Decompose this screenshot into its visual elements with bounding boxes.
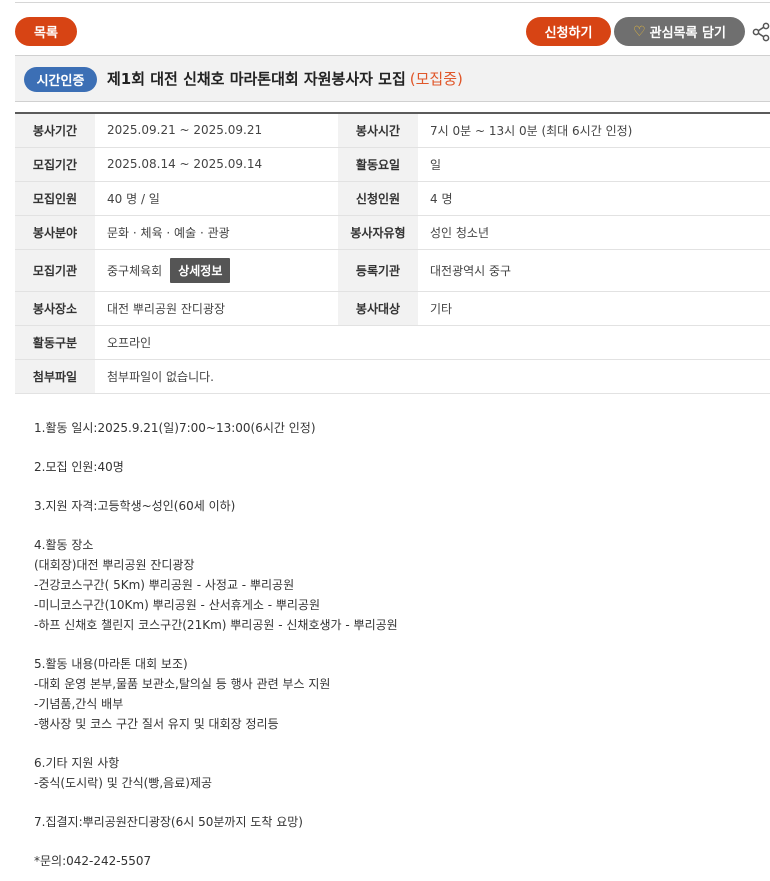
org-value: 중구체육회 xyxy=(107,263,163,278)
page-title-text: 제1회 대전 신채호 마라톤대회 자원봉사자 모집 xyxy=(107,70,406,88)
table-row: 모집인원 40 명 / 일 신청인원 4 명 xyxy=(15,181,770,216)
list-button-label: 목록 xyxy=(34,26,58,41)
service-period-value: 2025.09.21 ~ 2025.09.21 xyxy=(95,112,338,148)
place-value: 대전 뿌리공원 잔디광장 xyxy=(95,291,338,326)
description-line: 2.모집 인원:40명 xyxy=(34,460,124,474)
service-time-label: 봉사시간 xyxy=(338,112,418,148)
description-line: 5.활동 내용(마라톤 대회 보조) xyxy=(34,657,188,671)
org-detail-button[interactable]: 상세정보 xyxy=(170,257,231,283)
table-row: 첨부파일 첨부파일이 없습니다. xyxy=(15,359,770,394)
reg-org-label: 등록기관 xyxy=(338,249,418,292)
volunteer-type-label: 봉사자유형 xyxy=(338,215,418,250)
place-label: 봉사장소 xyxy=(15,291,95,326)
apply-button-label: 신청하기 xyxy=(544,26,593,41)
service-period-label: 봉사기간 xyxy=(15,112,95,148)
recruit-status: (모집중) xyxy=(409,70,463,88)
description-line: -건강코스구간( 5Km) 뿌리공원 - 사정교 - 뿌리공원 xyxy=(34,578,295,592)
page-title: 제1회 대전 신채호 마라톤대회 자원봉사자 모집 (모집중) xyxy=(107,68,463,89)
table-row: 봉사분야 문화 · 체육 · 예술 · 관광 봉사자유형 성인 청소년 xyxy=(15,215,770,250)
attachment-label: 첨부파일 xyxy=(15,359,95,394)
recruit-period-label: 모집기간 xyxy=(15,147,95,182)
description-line: -기념품,간식 배부 xyxy=(34,697,124,711)
description-line: 4.활동 장소 xyxy=(34,538,94,552)
target-label: 봉사대상 xyxy=(338,291,418,326)
table-row: 봉사장소 대전 뿌리공원 잔디광장 봉사대상 기타 xyxy=(15,291,770,326)
description-line: (대회장)대전 뿌리공원 잔디광장 xyxy=(34,558,195,572)
add-favorite-label: 관심목록 담기 xyxy=(649,26,726,41)
description-line: -미니코스구간(10Km) 뿌리공원 - 산서휴게소 - 뿌리공원 xyxy=(34,598,321,612)
field-value: 문화 · 체육 · 예술 · 관광 xyxy=(95,215,338,250)
table-row: 활동구분 오프라인 xyxy=(15,325,770,360)
org-cell: 중구체육회 상세정보 xyxy=(95,249,338,292)
field-label: 봉사분야 xyxy=(15,215,95,250)
description-line: -행사장 및 코스 구간 질서 유지 및 대회장 정리등 xyxy=(34,717,279,731)
recruit-count-label: 모집인원 xyxy=(15,181,95,216)
service-time-value: 7시 0분 ~ 13시 0분 (최대 6시간 인정) xyxy=(418,112,770,148)
org-label: 모집기관 xyxy=(15,249,95,292)
activity-day-value: 일 xyxy=(418,147,770,182)
info-table: 봉사기간 2025.09.21 ~ 2025.09.21 봉사시간 7시 0분 … xyxy=(15,112,770,394)
activity-type-label: 활동구분 xyxy=(15,325,95,360)
volunteer-type-value: 성인 청소년 xyxy=(418,215,770,250)
heart-icon: ♡ xyxy=(633,23,646,40)
description-line: 3.지원 자격:고등학생~성인(60세 이하) xyxy=(34,499,236,513)
recruit-count-value: 40 명 / 일 xyxy=(95,181,338,216)
contact-line: *문의:042-242-5507 xyxy=(34,854,152,868)
description-line: -중식(도시락) 및 간식(빵,음료)제공 xyxy=(34,776,213,790)
target-value: 기타 xyxy=(418,291,770,326)
activity-type-value: 오프라인 xyxy=(95,325,770,360)
applied-count-value: 4 명 xyxy=(418,181,770,216)
add-favorite-button[interactable]: ♡ 관심목록 담기 xyxy=(614,17,745,46)
applied-count-label: 신청인원 xyxy=(338,181,418,216)
share-icon[interactable] xyxy=(752,22,770,42)
table-row: 모집기간 2025.08.14 ~ 2025.09.14 활동요일 일 xyxy=(15,147,770,182)
recruit-period-value: 2025.08.14 ~ 2025.09.14 xyxy=(95,147,338,182)
top-divider xyxy=(15,2,770,3)
title-bar: 시간인증 제1회 대전 신채호 마라톤대회 자원봉사자 모집 (모집중) xyxy=(15,55,770,102)
description-line: 6.기타 지원 사항 xyxy=(34,756,120,770)
activity-day-label: 활동요일 xyxy=(338,147,418,182)
table-row: 봉사기간 2025.09.21 ~ 2025.09.21 봉사시간 7시 0분 … xyxy=(15,112,770,148)
description-line: 7.집결지:뿌리공원잔디광장(6시 50분까지 도착 요망) xyxy=(34,815,303,829)
table-row: 모집기관 중구체육회 상세정보 등록기관 대전광역시 중구 xyxy=(15,249,770,292)
description-line: -하프 신채호 챌린지 코스구간(21Km) 뿌리공원 - 신채호생가 - 뿌리… xyxy=(34,618,398,632)
apply-button[interactable]: 신청하기 xyxy=(526,17,611,46)
reg-org-value: 대전광역시 중구 xyxy=(418,249,770,292)
description-line: 1.활동 일시:2025.9.21(일)7:00~13:00(6시간 인정) xyxy=(34,421,316,435)
description-body: 1.활동 일시:2025.9.21(일)7:00~13:00(6시간 인정) 2… xyxy=(34,418,754,871)
list-button[interactable]: 목록 xyxy=(15,17,77,46)
time-certified-badge: 시간인증 xyxy=(24,67,97,92)
attachment-value: 첨부파일이 없습니다. xyxy=(95,359,770,394)
description-line: -대회 운영 본부,물품 보관소,탈의실 등 행사 관련 부스 지원 xyxy=(34,677,331,691)
